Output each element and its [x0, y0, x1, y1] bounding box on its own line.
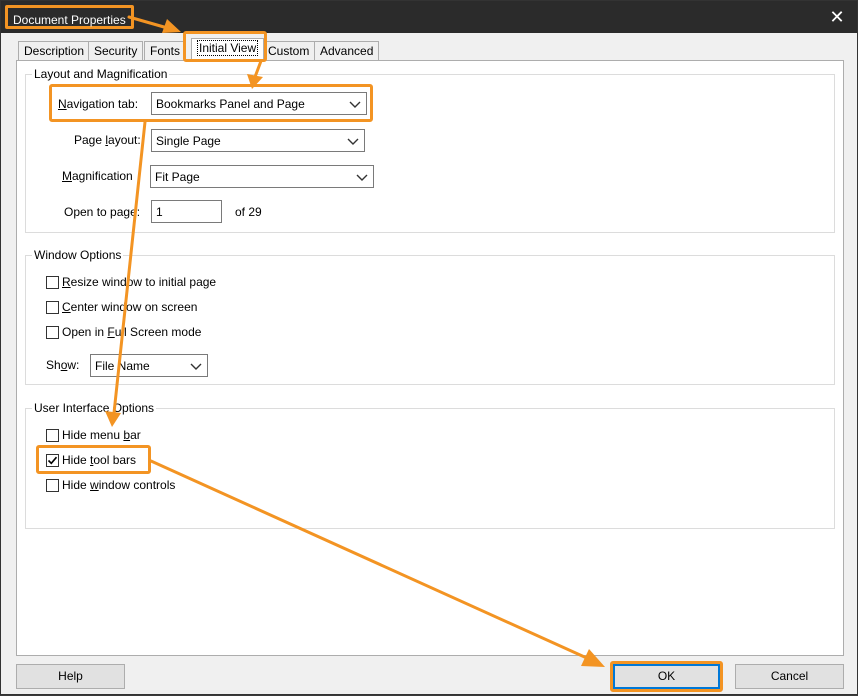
- center-window-checkbox[interactable]: [46, 301, 59, 314]
- hide-window-controls-checkbox[interactable]: [46, 479, 59, 492]
- mnemonic-c: C: [62, 300, 71, 314]
- mnemonic-w: w: [90, 478, 99, 492]
- full-screen-label-b: ull Screen mode: [114, 325, 202, 339]
- hide-tool-bars-label-b: ool bars: [93, 453, 137, 467]
- ok-button[interactable]: OK: [613, 664, 720, 689]
- tab-advanced[interactable]: Advanced: [314, 41, 380, 61]
- navigation-tab-value: Bookmarks Panel and Page: [156, 97, 305, 111]
- show-label: Show:: [46, 357, 79, 373]
- full-screen-label: Open in Full Screen mode: [62, 324, 201, 340]
- layout-magnification-group: Layout and Magnification: [25, 66, 835, 233]
- chevron-down-icon: [356, 174, 368, 181]
- cancel-button[interactable]: Cancel: [735, 664, 844, 689]
- page-layout-label: Page layout:: [74, 132, 141, 148]
- page-count-text: of 29: [235, 205, 262, 219]
- chevron-down-icon: [190, 363, 202, 370]
- resize-window-checkbox[interactable]: [46, 276, 59, 289]
- center-window-label-text: enter window on screen: [70, 300, 198, 314]
- show-value: File Name: [95, 359, 150, 373]
- hide-window-controls-label-a: Hide: [62, 478, 91, 492]
- mnemonic-f: F: [107, 325, 115, 339]
- show-select[interactable]: File Name: [90, 354, 208, 377]
- page-layout-label-a: Page: [74, 133, 106, 147]
- hide-menu-bar-label-b: ar: [130, 428, 141, 442]
- tab-initial-view-label: Initial View: [197, 40, 259, 56]
- hide-window-controls-label: Hide window controls: [62, 477, 175, 493]
- group-title: User Interface Options: [32, 400, 157, 416]
- page-layout-label-b: ayout:: [108, 133, 141, 147]
- group-title: Window Options: [32, 247, 124, 263]
- magnification-value: Fit Page: [155, 170, 200, 184]
- window-title: Document Properties: [5, 5, 134, 29]
- mnemonic-m: M: [62, 169, 72, 183]
- tab-custom[interactable]: Custom: [262, 41, 316, 61]
- navigation-tab-label: Navigation tab:: [58, 96, 138, 112]
- user-interface-options-group: User Interface Options: [25, 400, 835, 529]
- tab-initial-view[interactable]: Initial View: [191, 38, 265, 61]
- mnemonic-r: R: [62, 275, 71, 289]
- checkmark-icon: [47, 456, 58, 465]
- title-bar: Document Properties ✕: [1, 1, 857, 33]
- help-button[interactable]: Help: [16, 664, 125, 689]
- close-icon[interactable]: ✕: [827, 7, 847, 27]
- open-to-page-label: Open to page:: [64, 204, 140, 220]
- group-title: Layout and Magnification: [32, 66, 170, 82]
- document-properties-dialog: Document Properties ✕ Description Securi…: [0, 0, 858, 695]
- hide-tool-bars-label: Hide tool bars: [62, 452, 136, 468]
- open-to-page-label-a: Open to pa: [64, 205, 124, 219]
- open-to-page-input[interactable]: 1: [151, 200, 222, 223]
- page-layout-select[interactable]: Single Page: [151, 129, 365, 152]
- show-label-b: w:: [67, 358, 80, 372]
- tab-fonts[interactable]: Fonts: [144, 41, 187, 61]
- resize-window-label-text: esize window to initial page: [70, 275, 217, 289]
- hide-tool-bars-checkbox[interactable]: [46, 454, 59, 467]
- hide-menu-bar-label-a: Hide menu: [62, 428, 124, 442]
- navigation-tab-select[interactable]: Bookmarks Panel and Page: [151, 92, 367, 115]
- tab-description[interactable]: Description: [18, 41, 91, 61]
- hide-tool-bars-label-a: Hide: [62, 453, 91, 467]
- chevron-down-icon: [347, 138, 359, 145]
- full-screen-label-a: Open in: [62, 325, 108, 339]
- hide-window-controls-label-b: indow controls: [98, 478, 176, 492]
- mnemonic-n: N: [58, 97, 67, 111]
- center-window-label: Center window on screen: [62, 299, 197, 315]
- hide-menu-bar-checkbox[interactable]: [46, 429, 59, 442]
- hide-menu-bar-label: Hide menu bar: [62, 427, 141, 443]
- magnification-label-text: agnification: [72, 169, 133, 183]
- open-to-page-value: 1: [156, 205, 163, 219]
- magnification-label: Magnification: [62, 168, 133, 184]
- full-screen-checkbox[interactable]: [46, 326, 59, 339]
- resize-window-label: Resize window to initial page: [62, 274, 216, 290]
- show-label-a: Sh: [46, 358, 61, 372]
- page-layout-value: Single Page: [156, 134, 221, 148]
- chevron-down-icon: [349, 101, 361, 108]
- magnification-select[interactable]: Fit Page: [150, 165, 374, 188]
- navigation-tab-label-text: avigation tab:: [66, 97, 139, 111]
- tab-security[interactable]: Security: [88, 41, 144, 61]
- open-to-page-label-b: e:: [130, 205, 141, 219]
